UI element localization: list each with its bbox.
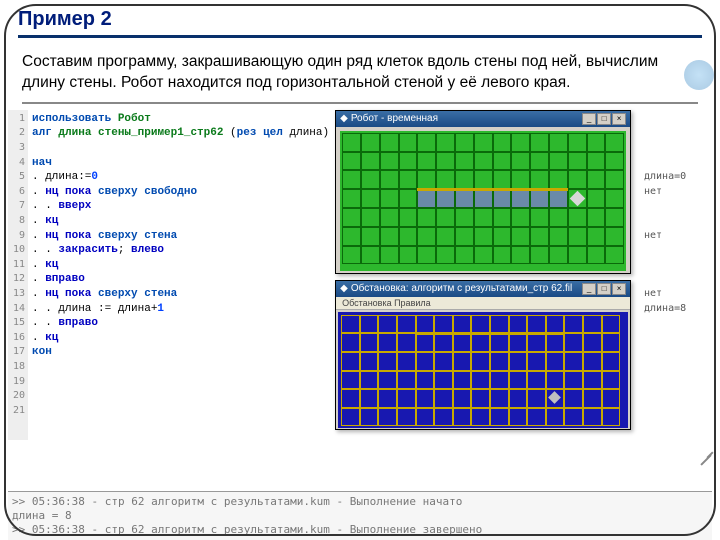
app-icon: ◆ bbox=[340, 113, 348, 124]
resize-handle-icon bbox=[692, 440, 714, 462]
visualizer-pane: ◆ Робот - временная _ □ × ◆ Обстановка: … bbox=[333, 110, 640, 440]
maximize-icon[interactable]: □ bbox=[597, 283, 611, 295]
main-content: 123456789101112131415161718192021 исполь… bbox=[0, 110, 720, 440]
output-console: >> 05:36:38 - стр 62 алгоритм с результа… bbox=[8, 491, 712, 540]
code-editor[interactable]: использовать Роботалг длина стены_пример… bbox=[32, 110, 329, 440]
robot-window-titlebar[interactable]: ◆ Робот - временная _ □ × bbox=[336, 111, 630, 127]
maximize-icon[interactable]: □ bbox=[597, 113, 611, 125]
divider bbox=[22, 102, 698, 104]
robot-field bbox=[340, 131, 626, 271]
app-icon: ◆ bbox=[340, 283, 348, 294]
minimize-icon[interactable]: _ bbox=[582, 113, 596, 125]
logo-icon bbox=[684, 60, 714, 90]
robot-window-title: Робот - временная bbox=[351, 113, 579, 124]
minimize-icon[interactable]: _ bbox=[582, 283, 596, 295]
page-title: Пример 2 bbox=[18, 8, 702, 38]
close-icon[interactable]: × bbox=[612, 283, 626, 295]
env-menu-bar[interactable]: Обстановка Правила bbox=[336, 297, 630, 310]
line-numbers: 123456789101112131415161718192021 bbox=[8, 110, 28, 440]
env-field bbox=[338, 312, 628, 428]
env-window-title: Обстановка: алгоритм с результатами_стр … bbox=[351, 283, 579, 294]
close-icon[interactable]: × bbox=[612, 113, 626, 125]
task-description: Составим программу, закрашивающую один р… bbox=[0, 44, 720, 100]
robot-window[interactable]: ◆ Робот - временная _ □ × bbox=[335, 110, 631, 274]
trace-column: длина=0нет нет нетдлина=8 bbox=[644, 110, 712, 440]
env-window-titlebar[interactable]: ◆ Обстановка: алгоритм с результатами_ст… bbox=[336, 281, 630, 297]
environment-window[interactable]: ◆ Обстановка: алгоритм с результатами_ст… bbox=[335, 280, 631, 430]
